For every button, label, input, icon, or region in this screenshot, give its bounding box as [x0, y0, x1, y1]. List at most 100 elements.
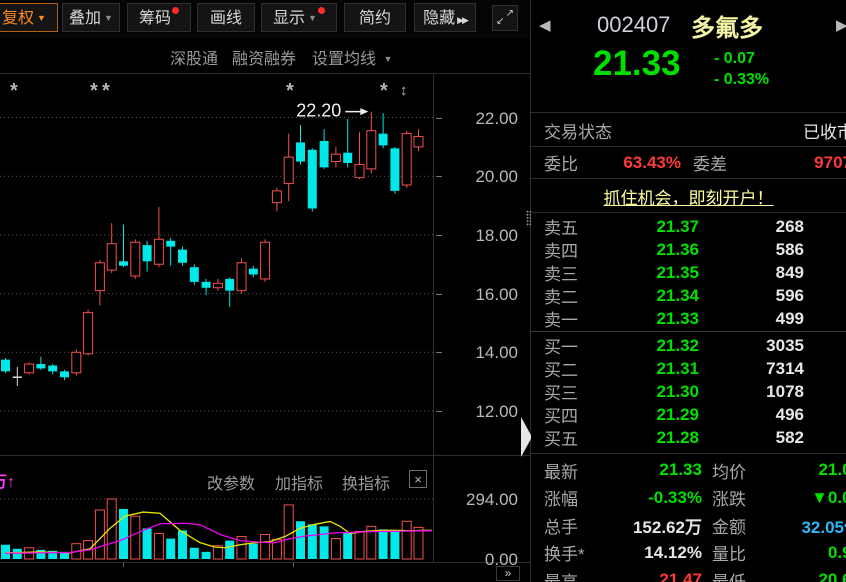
candle-body	[143, 245, 152, 261]
volume-bar	[36, 550, 45, 559]
volume-bar	[95, 510, 104, 559]
more-button[interactable]: »	[496, 566, 520, 581]
candle-body	[355, 164, 364, 177]
stock-code: 002407	[597, 12, 670, 38]
stock-app-window: 复权▼叠加▼筹码画线显示▼简约隐藏▶▶ ↗↙ 深股通融资融券设置均线 ▼ ***…	[0, 0, 846, 582]
candle-body	[84, 313, 93, 354]
bid-row[interactable]: 买三21.301078	[531, 380, 846, 403]
stat-value: ▼0.07	[770, 488, 846, 508]
volume-axis-label: 294.00	[438, 490, 518, 510]
stat-row: 涨幅-0.33%涨跌▼0.07	[531, 484, 846, 512]
level-volume: 496	[699, 405, 804, 425]
chart-toolbar: 复权▼叠加▼筹码画线显示▼简约隐藏▶▶	[0, 0, 530, 38]
candle-body	[213, 283, 222, 287]
volume-bar	[308, 524, 317, 559]
fullscreen-expand-icon[interactable]: ↗↙	[492, 5, 518, 31]
next-stock-icon[interactable]: ▶	[836, 16, 846, 34]
stat-value: 21.47	[602, 570, 702, 582]
volume-links: 改参数加指标换指标×	[0, 470, 433, 490]
candle-body	[119, 261, 128, 265]
chips-button[interactable]: 筹码	[127, 3, 191, 32]
drawline-button[interactable]: 画线	[197, 3, 255, 32]
close-indicator-icon[interactable]: ×	[409, 470, 427, 488]
candle-body	[414, 137, 423, 147]
level-price: 21.35	[596, 263, 699, 283]
price-axis-label: 18.00	[438, 226, 518, 246]
x-axis-tick	[123, 563, 124, 567]
double-arrow-icon: ▶▶	[457, 15, 467, 25]
volume-bar	[402, 521, 411, 559]
x-axis-tick	[293, 563, 294, 567]
level-volume: 596	[699, 286, 804, 306]
bid-row[interactable]: 买一21.323035	[531, 334, 846, 357]
candle-body	[131, 242, 140, 276]
volume-bar	[119, 509, 128, 559]
volume-bar	[225, 541, 234, 559]
candle-body	[284, 157, 293, 183]
ask-row[interactable]: 卖五21.37268	[531, 215, 846, 238]
volume-bar	[343, 532, 352, 559]
candle-body	[249, 269, 258, 275]
bid-row[interactable]: 买五21.28582	[531, 426, 846, 449]
candle-body	[402, 134, 411, 185]
notification-dot-icon	[172, 7, 179, 14]
hide-button[interactable]: 隐藏▶▶	[414, 3, 476, 32]
main-chart[interactable]: 22.20	[0, 74, 433, 455]
volume-bar	[1, 545, 10, 559]
level-price: 21.36	[596, 240, 699, 260]
sublink-ma-settings[interactable]: 设置均线 ▼	[312, 45, 392, 69]
candle-body	[272, 191, 281, 203]
change-percent: - 0.33%	[714, 69, 769, 90]
candle-body	[367, 131, 376, 169]
level-volume: 499	[699, 309, 804, 329]
volume-bar	[131, 516, 140, 559]
volume-bar	[166, 539, 175, 559]
ask-row[interactable]: 卖三21.35849	[531, 261, 846, 284]
overlay-button[interactable]: 叠加▼	[62, 3, 120, 32]
fuquan-button[interactable]: 复权▼	[0, 3, 58, 32]
volume-bar	[284, 505, 293, 559]
add-indicator-link[interactable]: 加指标	[275, 470, 323, 494]
simple-button[interactable]: 简约	[344, 3, 406, 32]
candle-body	[1, 360, 10, 372]
level-price: 21.32	[596, 336, 699, 356]
chevron-down-icon: ▼	[104, 13, 113, 23]
bid-row[interactable]: 买二21.317314	[531, 357, 846, 380]
volume-bar	[320, 526, 329, 559]
ask-row[interactable]: 卖四21.36586	[531, 238, 846, 261]
chevron-down-icon: ▼	[308, 13, 317, 23]
stat-row: 换手*14.12%量比0.98	[531, 539, 846, 567]
quote-panel: ◀ 002407 多氟多 ▶ 21.33 - 0.07 - 0.33% 交易状态…	[531, 0, 846, 582]
change-params-link[interactable]: 改参数	[207, 470, 255, 494]
arrow-sw-icon: ↙	[496, 17, 504, 27]
level-price: 21.30	[596, 382, 699, 402]
candle-body	[36, 364, 45, 368]
ask-row[interactable]: 卖一21.33499	[531, 307, 846, 330]
switch-indicator-link[interactable]: 换指标	[342, 470, 390, 494]
sublink-margin[interactable]: 融资融券	[232, 45, 296, 69]
price-axis-label: 12.00	[438, 402, 518, 422]
level-volume: 1078	[699, 382, 804, 402]
level-price: 21.28	[596, 428, 699, 448]
prev-stock-icon[interactable]: ◀	[539, 16, 551, 34]
ask-row[interactable]: 卖二21.34596	[531, 284, 846, 307]
open-account-ad-link[interactable]: 抓住机会，即刻开户！	[531, 184, 846, 209]
display-button[interactable]: 显示▼	[261, 3, 337, 32]
annotation-arrow-icon	[360, 108, 368, 115]
candle-body	[296, 142, 305, 161]
stat-value: 152.62万	[602, 513, 702, 538]
level-volume: 268	[699, 217, 804, 237]
status-label: 交易状态	[544, 118, 612, 143]
bid-row[interactable]: 买四21.29496	[531, 403, 846, 426]
sublink-szconnect[interactable]: 深股通	[170, 45, 218, 69]
level-volume: 582	[699, 428, 804, 448]
candle-body	[202, 282, 211, 288]
candle-body	[154, 239, 163, 264]
volume-bar	[414, 527, 423, 559]
high-annotation: 22.20	[296, 101, 341, 121]
stat-value: 21.00	[770, 460, 846, 480]
candle-body	[107, 244, 116, 270]
level-price: 21.34	[596, 286, 699, 306]
chevron-down-icon: ▼	[383, 54, 392, 64]
candle-body	[237, 263, 246, 291]
